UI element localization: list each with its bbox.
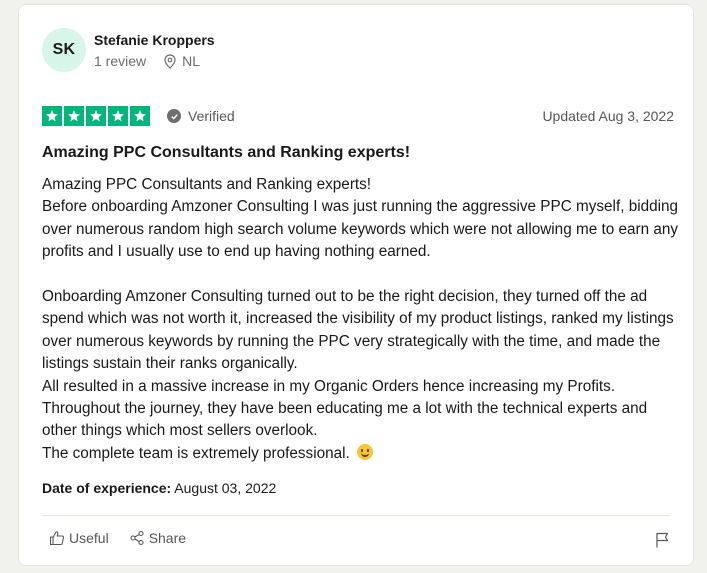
review-text-span: The complete team is extremely professio… <box>42 444 350 462</box>
review-text-line: All resulted in a massive increase in my… <box>42 377 616 395</box>
review-actions: Useful Share <box>49 530 186 546</box>
review-text-line: Throughout the journey, they have been e… <box>42 400 648 440</box>
star-icon <box>86 106 106 126</box>
review-body: Amazing PPC Consultants and Ranking expe… <box>42 174 682 465</box>
review-card: SK Stefanie Kroppers 1 review NL Verifie… <box>18 4 694 566</box>
verified-label: Verified <box>188 108 235 124</box>
thumbs-up-icon <box>49 531 64 546</box>
verified-badge[interactable]: Verified <box>167 108 235 124</box>
rating-row: Verified Updated Aug 3, 2022 <box>42 105 674 127</box>
reviewer-country: NL <box>182 53 201 69</box>
share-label: Share <box>148 530 187 546</box>
useful-label: Useful <box>69 530 109 546</box>
star-icon <box>108 106 128 126</box>
useful-button[interactable]: Useful <box>49 530 109 546</box>
review-text-line: The complete team is extremely professio… <box>42 443 682 465</box>
reviewer-meta: 1 review NL <box>94 53 200 69</box>
review-text-line: Before onboarding Amzoner Consulting I w… <box>42 198 679 261</box>
review-text-line: Amazing PPC Consultants and Ranking expe… <box>42 176 372 193</box>
share-icon <box>130 530 144 546</box>
updated-date: Updated Aug 3, 2022 <box>542 108 674 124</box>
review-count: 1 review <box>94 53 147 69</box>
star-icon <box>130 106 150 126</box>
review-title[interactable]: Amazing PPC Consultants and Ranking expe… <box>42 144 410 162</box>
divider <box>42 515 670 516</box>
review-text-line: Onboarding Amzoner Consulting turned out… <box>42 288 674 373</box>
date-of-experience: Date of experience: August 03, 2022 <box>42 480 276 496</box>
share-button[interactable]: Share <box>129 530 186 546</box>
reviewer-name[interactable]: Stefanie Kroppers <box>94 32 215 48</box>
report-flag-button[interactable] <box>655 532 669 553</box>
date-of-experience-label: Date of experience: <box>42 480 172 496</box>
smiley-icon <box>357 443 374 460</box>
map-pin-icon <box>164 53 176 69</box>
verified-check-icon <box>167 109 181 123</box>
star-icon <box>64 106 84 126</box>
star-icon <box>42 106 62 126</box>
date-of-experience-value: August 03, 2022 <box>174 480 277 496</box>
flag-icon <box>656 532 669 548</box>
star-rating <box>42 106 152 126</box>
avatar[interactable]: SK <box>42 28 86 72</box>
